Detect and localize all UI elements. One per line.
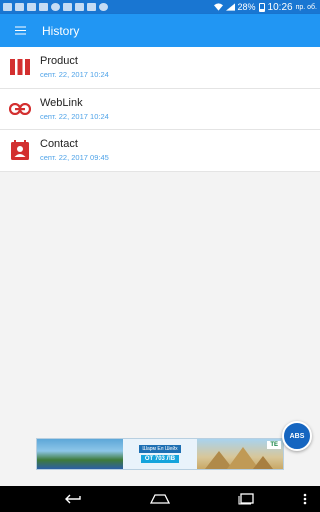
ad-banner[interactable]: Шарм Ел Шейх ОТ 703 ЛВ ТЕ <box>36 438 284 470</box>
item-name: WebLink <box>40 96 83 109</box>
ad-text: Шарм Ел Шейх ОТ 703 ЛВ <box>123 439 197 469</box>
navigation-bar <box>0 486 320 512</box>
wifi-icon <box>213 3 223 11</box>
notification-icon <box>75 3 84 11</box>
back-icon <box>65 494 81 504</box>
menu-icon <box>14 29 26 32</box>
notification-icon <box>27 3 36 11</box>
ad-headline: Шарм Ел Шейх <box>139 445 181 453</box>
status-right: 28% 10:26 пр. об. <box>213 1 317 13</box>
notification-icon <box>3 3 12 11</box>
app-bar: History <box>0 14 320 47</box>
list-item[interactable]: Product септ. 22, 2017 10:24 <box>0 47 320 89</box>
ad-image-pyramids: ТЕ <box>197 439 283 469</box>
link-icon <box>0 88 40 129</box>
recents-icon <box>238 493 254 505</box>
ad-price: ОТ 703 ЛВ <box>140 455 180 463</box>
battery-icon <box>258 2 265 12</box>
ad-brand-logo: ТЕ <box>267 441 281 449</box>
notification-icon <box>15 3 24 11</box>
item-name: Product <box>40 55 78 68</box>
more-icon <box>303 493 307 505</box>
item-name: Contact <box>40 138 78 151</box>
back-button[interactable] <box>58 486 88 512</box>
status-bar: 28% 10:26 пр. об. <box>0 0 320 14</box>
more-button[interactable] <box>298 486 312 512</box>
notification-icon <box>51 3 60 11</box>
ad-image-resort <box>37 439 123 469</box>
page-title: History <box>42 23 80 38</box>
notification-icon <box>87 3 96 11</box>
barcode-icon <box>0 47 40 88</box>
day-label: пр. об. <box>295 3 317 11</box>
item-date: септ. 22, 2017 10:24 <box>40 70 109 80</box>
notification-icon <box>39 3 48 11</box>
home-icon <box>150 494 170 504</box>
item-date: септ. 22, 2017 10:24 <box>40 111 109 121</box>
history-list: Product септ. 22, 2017 10:24 WebLink сеп… <box>0 47 320 172</box>
clock: 10:26 <box>267 1 293 13</box>
list-item[interactable]: WebLink септ. 22, 2017 10:24 <box>0 88 320 130</box>
list-item[interactable]: Contact септ. 22, 2017 09:45 <box>0 130 320 172</box>
battery-percent: 28% <box>237 2 256 12</box>
notification-icon <box>99 3 108 11</box>
recents-button[interactable] <box>232 486 262 512</box>
home-button[interactable] <box>145 486 175 512</box>
item-date: септ. 22, 2017 09:45 <box>40 153 109 163</box>
abs-button[interactable]: ABS <box>282 421 312 451</box>
menu-button[interactable] <box>0 14 40 47</box>
notification-icons <box>3 3 108 11</box>
contact-icon <box>0 130 40 171</box>
signal-icon <box>225 3 235 11</box>
notification-icon <box>63 3 72 11</box>
